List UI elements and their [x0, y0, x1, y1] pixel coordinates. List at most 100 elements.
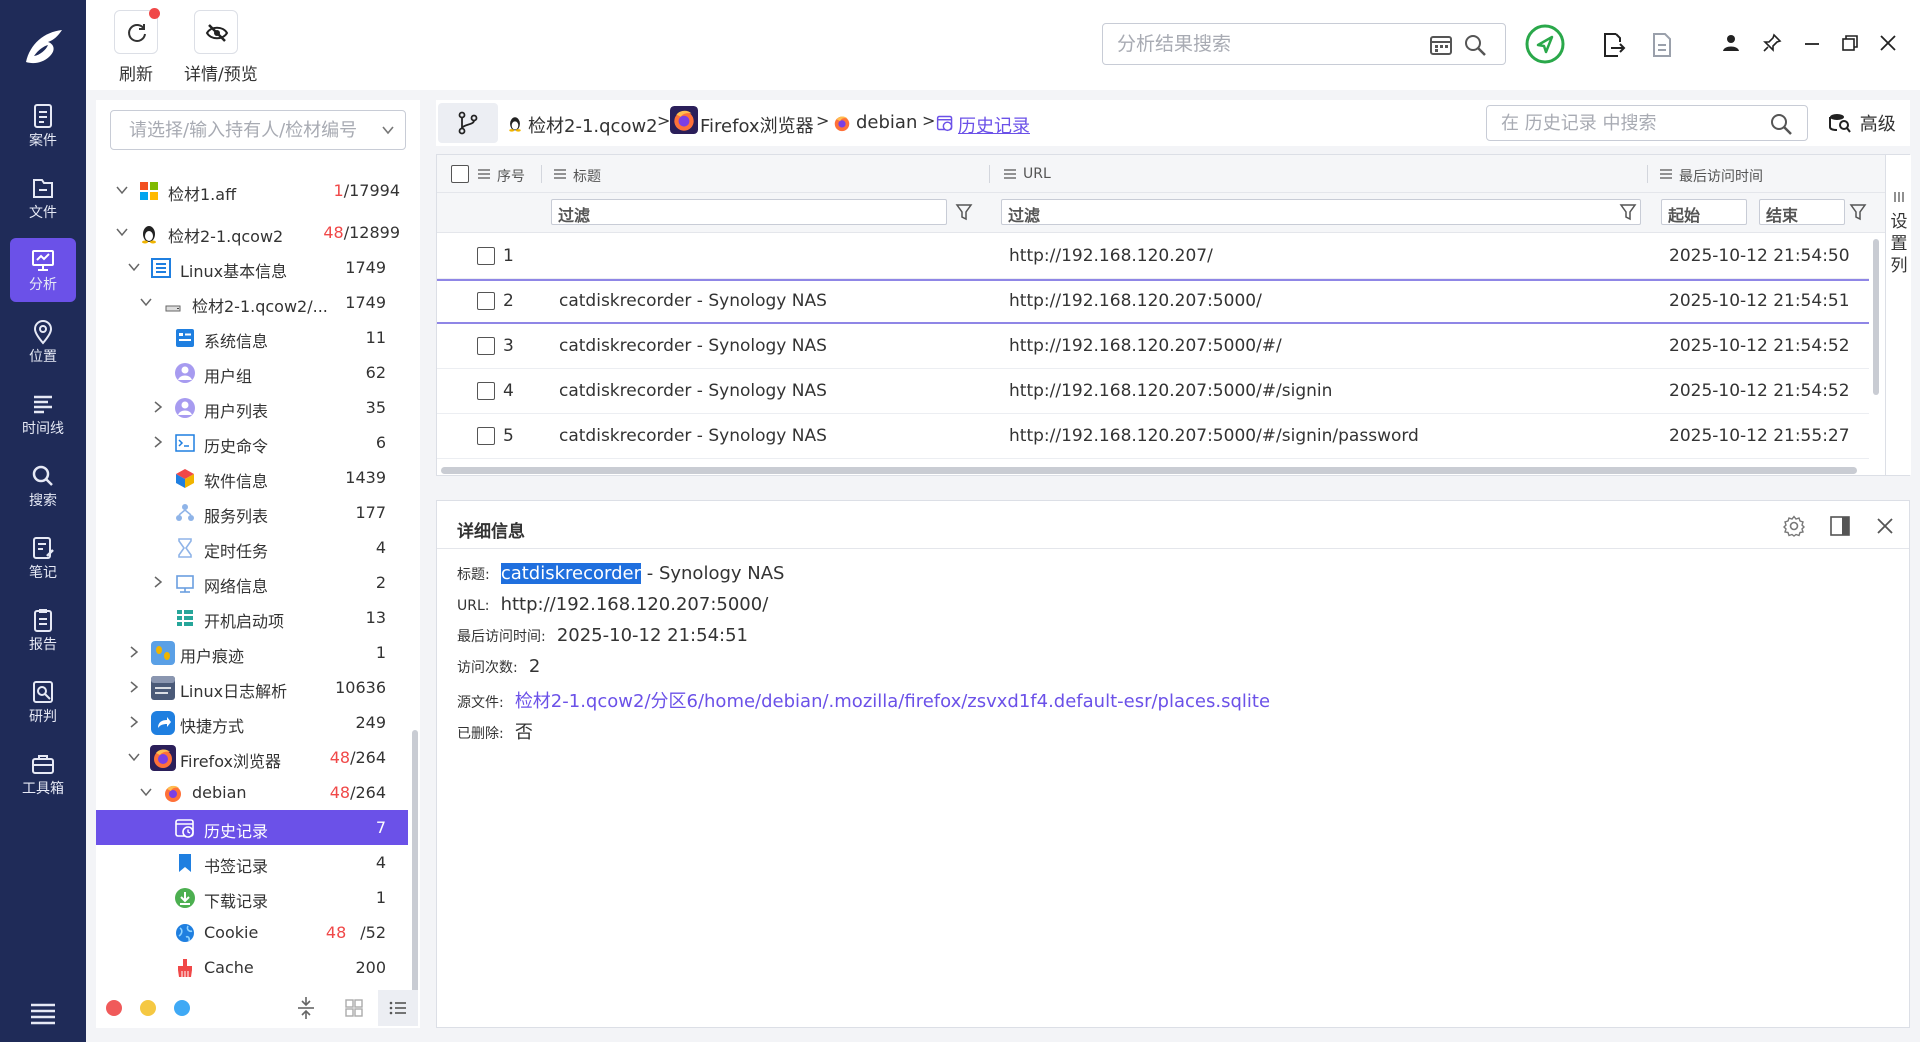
column-menu-icon[interactable]: [477, 168, 491, 180]
select-all-checkbox[interactable]: [451, 165, 469, 183]
nav-item-location[interactable]: 位置: [10, 310, 76, 374]
breadcrumb-item[interactable]: debian: [856, 112, 917, 133]
filter-icon[interactable]: [1849, 203, 1867, 221]
column-header-index[interactable]: 序号: [497, 166, 525, 186]
chevron-down-icon[interactable]: [140, 296, 152, 308]
tree-item-linux-basic[interactable]: Linux基本信息 1749: [96, 250, 408, 285]
chevron-right-icon[interactable]: [152, 401, 164, 413]
blue-dot-button[interactable]: [174, 1000, 190, 1016]
tree-item-system-info[interactable]: 系统信息 11: [96, 320, 408, 355]
column-menu-icon[interactable]: [553, 168, 567, 180]
tree-item-cache[interactable]: Cache 200: [96, 950, 408, 985]
row-checkbox[interactable]: [477, 292, 495, 310]
table-row[interactable]: 3 catdiskrecorder - Synology NAS http://…: [437, 324, 1869, 369]
breadcrumb-item[interactable]: 检材2-1.qcow2: [528, 112, 658, 138]
branch-button[interactable]: [438, 103, 498, 143]
title-filter-input[interactable]: 过滤: [551, 199, 947, 225]
detail-title-highlight[interactable]: catdiskrecorder: [500, 563, 641, 584]
column-header-last-visit[interactable]: 最后访问时间: [1679, 166, 1763, 186]
table-row[interactable]: 1 http://192.168.120.207/ 2025-10-12 21:…: [437, 234, 1869, 279]
chevron-down-icon[interactable]: [128, 261, 140, 273]
refresh-button[interactable]: 刷新: [106, 8, 166, 85]
split-panel-icon[interactable]: [1829, 515, 1851, 537]
breadcrumb-current[interactable]: 历史记录: [958, 112, 1030, 138]
pin-icon[interactable]: [1762, 33, 1782, 53]
refresh-button-box[interactable]: [114, 8, 160, 54]
nav-item-judge[interactable]: 研判: [10, 670, 76, 734]
chevron-down-icon[interactable]: [140, 786, 152, 798]
history-search-box[interactable]: [1486, 105, 1808, 141]
search-icon[interactable]: [1463, 33, 1487, 57]
tree-item-firefox[interactable]: Firefox浏览器 48/264: [96, 740, 408, 775]
nav-item-timeline[interactable]: 时间线: [10, 382, 76, 446]
detail-source-link[interactable]: 检材2-1.qcow2/分区6/home/debian/.mozilla/fir…: [515, 691, 1270, 712]
start-time-filter[interactable]: 起始: [1661, 199, 1747, 225]
chevron-right-icon[interactable]: [128, 716, 140, 728]
column-menu-icon[interactable]: [1659, 168, 1673, 180]
minimize-icon[interactable]: [1802, 34, 1822, 54]
chevron-right-icon[interactable]: [152, 436, 164, 448]
preview-button-box[interactable]: [194, 10, 238, 54]
chevron-right-icon[interactable]: [128, 646, 140, 658]
chevron-right-icon[interactable]: [128, 681, 140, 693]
history-search-input[interactable]: [1501, 113, 1751, 134]
table-horizontal-scrollbar[interactable]: [441, 467, 1857, 474]
tree-item-cookie[interactable]: Cookie 48/52: [96, 915, 408, 950]
tree-item-partition[interactable]: 检材2-1.qcow2/... 1749: [96, 285, 408, 320]
tree-item-services[interactable]: 服务列表 177: [96, 495, 408, 530]
export-icon[interactable]: [1600, 31, 1626, 59]
nav-item-note[interactable]: 笔记: [10, 526, 76, 590]
url-filter-input[interactable]: 过滤: [1001, 199, 1641, 225]
column-divider[interactable]: [989, 165, 990, 183]
close-icon[interactable]: [1878, 33, 1898, 53]
tree-item-history-cmd[interactable]: 历史命令 6: [96, 425, 408, 460]
tree-item-software[interactable]: 软件信息 1439: [96, 460, 408, 495]
nav-item-file[interactable]: 文件: [10, 166, 76, 230]
tree-item-user-traces[interactable]: 用户痕迹 1: [96, 635, 408, 670]
nav-item-analysis[interactable]: 分析: [10, 238, 76, 302]
tree-item-debian[interactable]: debian 48/264: [96, 775, 408, 810]
table-row[interactable]: 2 catdiskrecorder - Synology NAS http://…: [437, 279, 1869, 324]
advanced-search-button[interactable]: 高级: [1828, 110, 1896, 136]
location-check-icon[interactable]: [1524, 23, 1566, 65]
filter-icon[interactable]: [1619, 203, 1637, 221]
result-search-input[interactable]: [1117, 33, 1407, 55]
row-checkbox[interactable]: [477, 337, 495, 355]
tree-item-bookmarks[interactable]: 书签记录 4: [96, 845, 408, 880]
tree-item-evidence2[interactable]: 检材2-1.qcow2 48/12899: [96, 215, 408, 250]
red-dot-button[interactable]: [106, 1000, 122, 1016]
chevron-down-icon[interactable]: [116, 184, 128, 196]
close-icon[interactable]: [1875, 516, 1895, 536]
menu-icon[interactable]: [28, 1000, 58, 1026]
result-search-box[interactable]: [1102, 23, 1506, 65]
tree-item-network[interactable]: 网络信息 2: [96, 565, 408, 600]
chevron-right-icon[interactable]: [152, 576, 164, 588]
search-icon[interactable]: [1769, 112, 1793, 136]
list-view-button[interactable]: [378, 990, 418, 1026]
collapse-icon[interactable]: [296, 996, 316, 1020]
tree-scrollbar[interactable]: [412, 730, 418, 994]
chevron-down-icon[interactable]: [128, 751, 140, 763]
nav-item-toolbox[interactable]: 工具箱: [10, 742, 76, 806]
tree-item-cron[interactable]: 定时任务 4: [96, 530, 408, 565]
row-checkbox[interactable]: [477, 247, 495, 265]
document-icon[interactable]: [1650, 31, 1674, 59]
end-time-filter[interactable]: 结束: [1759, 199, 1845, 225]
row-checkbox[interactable]: [477, 382, 495, 400]
tree-item-user-list[interactable]: 用户列表 35: [96, 390, 408, 425]
tree-item-evidence1[interactable]: 检材1.aff 1/17994: [96, 173, 408, 208]
table-row[interactable]: 4 catdiskrecorder - Synology NAS http://…: [437, 369, 1869, 414]
column-divider[interactable]: [1647, 165, 1648, 183]
breadcrumb-item[interactable]: Firefox浏览器: [700, 112, 814, 138]
grid-view-icon[interactable]: [344, 998, 364, 1018]
tree-item-history[interactable]: 历史记录 7: [96, 810, 408, 845]
column-header-url[interactable]: URL: [1023, 166, 1051, 182]
holder-select[interactable]: [110, 110, 406, 150]
user-icon[interactable]: [1722, 34, 1740, 52]
column-settings-button[interactable]: 设置列: [1885, 155, 1911, 475]
tree-item-user-group[interactable]: 用户组 62: [96, 355, 408, 390]
calendar-icon[interactable]: [1429, 34, 1453, 56]
restore-icon[interactable]: [1840, 33, 1860, 53]
chevron-down-icon[interactable]: [381, 123, 395, 137]
tree-item-startup[interactable]: 开机启动项 13: [96, 600, 408, 635]
